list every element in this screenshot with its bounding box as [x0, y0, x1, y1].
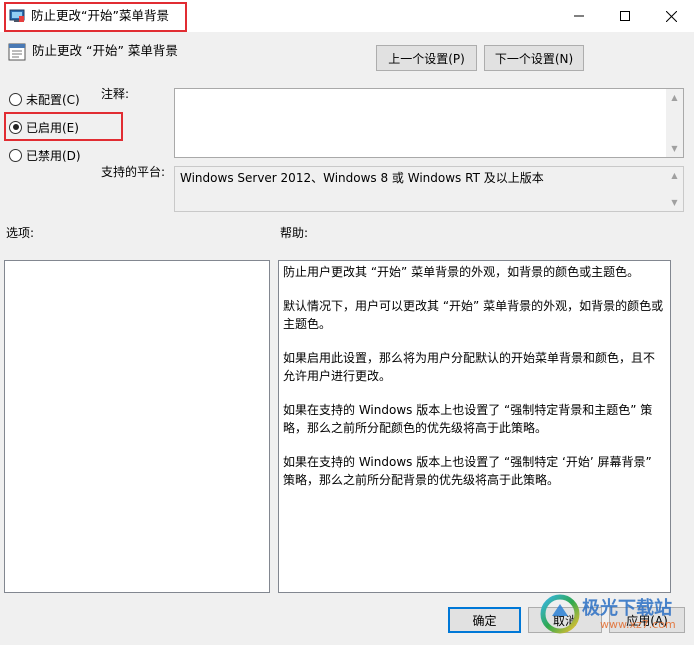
minimize-icon [574, 15, 584, 17]
watermark-logo-icon [540, 594, 580, 634]
minimize-button[interactable] [556, 0, 602, 32]
maximize-button[interactable] [602, 0, 648, 32]
help-paragraph: 默认情况下，用户可以更改其 “开始” 菜单背景的外观，如背景的颜色或主题色。 [283, 299, 664, 331]
radio-not-configured-label: 未配置(C) [26, 92, 80, 107]
help-section-label: 帮助: [280, 226, 309, 240]
help-paragraph: 如果启用此设置，那么将为用户分配默认的开始菜单背景和颜色，且不允许用户进行更改。 [283, 351, 656, 383]
platform-scrollbar[interactable]: ▲ ▼ [666, 167, 683, 211]
supported-platform-value: Windows Server 2012、Windows 8 或 Windows … [180, 171, 544, 185]
platform-scroll-down-icon[interactable]: ▼ [666, 194, 683, 211]
close-icon [665, 10, 677, 22]
policy-setting-icon [8, 43, 26, 61]
options-pane[interactable] [4, 260, 270, 593]
close-button[interactable] [648, 0, 694, 32]
help-paragraph: 如果在支持的 Windows 版本上也设置了 “强制特定 ‘开始’ 屏幕背景” … [283, 455, 652, 487]
watermark: 极光下载站 www.xz7.com [540, 590, 690, 642]
help-pane[interactable]: 防止用户更改其 “开始” 菜单背景的外观，如背景的颜色或主题色。 默认情况下，用… [278, 260, 671, 593]
supported-platform-label: 支持的平台: [101, 165, 166, 179]
comment-textarea[interactable]: ▲ ▼ [174, 88, 684, 158]
next-setting-button[interactable]: 下一个设置(N) [484, 45, 584, 71]
comment-label: 注释: [101, 87, 130, 101]
scroll-up-icon[interactable]: ▲ [666, 89, 683, 106]
options-section-label: 选项: [6, 226, 35, 240]
supported-platform-field[interactable]: ▲ ▼ Windows Server 2012、Windows 8 或 Wind… [174, 166, 684, 212]
radio-disabled[interactable]: 已禁用(D) [9, 146, 81, 164]
policy-title: 防止更改 “开始” 菜单背景 [32, 43, 178, 58]
radio-disabled-circle[interactable] [9, 148, 22, 162]
help-paragraph: 如果在支持的 Windows 版本上也设置了 “强制特定背景和主题色” 策略，那… [283, 403, 653, 435]
title-highlight-box [4, 2, 187, 32]
maximize-icon [620, 11, 630, 21]
watermark-brand: 极光下载站 [582, 598, 672, 619]
radio-not-configured[interactable]: 未配置(C) [9, 90, 80, 108]
comment-scrollbar[interactable]: ▲ ▼ [666, 89, 683, 157]
radio-not-configured-circle[interactable] [9, 92, 22, 106]
watermark-url: www.xz7.com [600, 618, 676, 631]
comment-value [175, 89, 683, 95]
ok-button[interactable]: 确定 [448, 607, 521, 633]
help-paragraph: 防止用户更改其 “开始” 菜单背景的外观，如背景的颜色或主题色。 [283, 265, 640, 279]
enabled-highlight-box [4, 112, 123, 141]
radio-disabled-label: 已禁用(D) [26, 148, 81, 163]
previous-setting-button[interactable]: 上一个设置(P) [376, 45, 477, 71]
platform-scroll-up-icon[interactable]: ▲ [666, 167, 683, 184]
scroll-down-icon[interactable]: ▼ [666, 140, 683, 157]
